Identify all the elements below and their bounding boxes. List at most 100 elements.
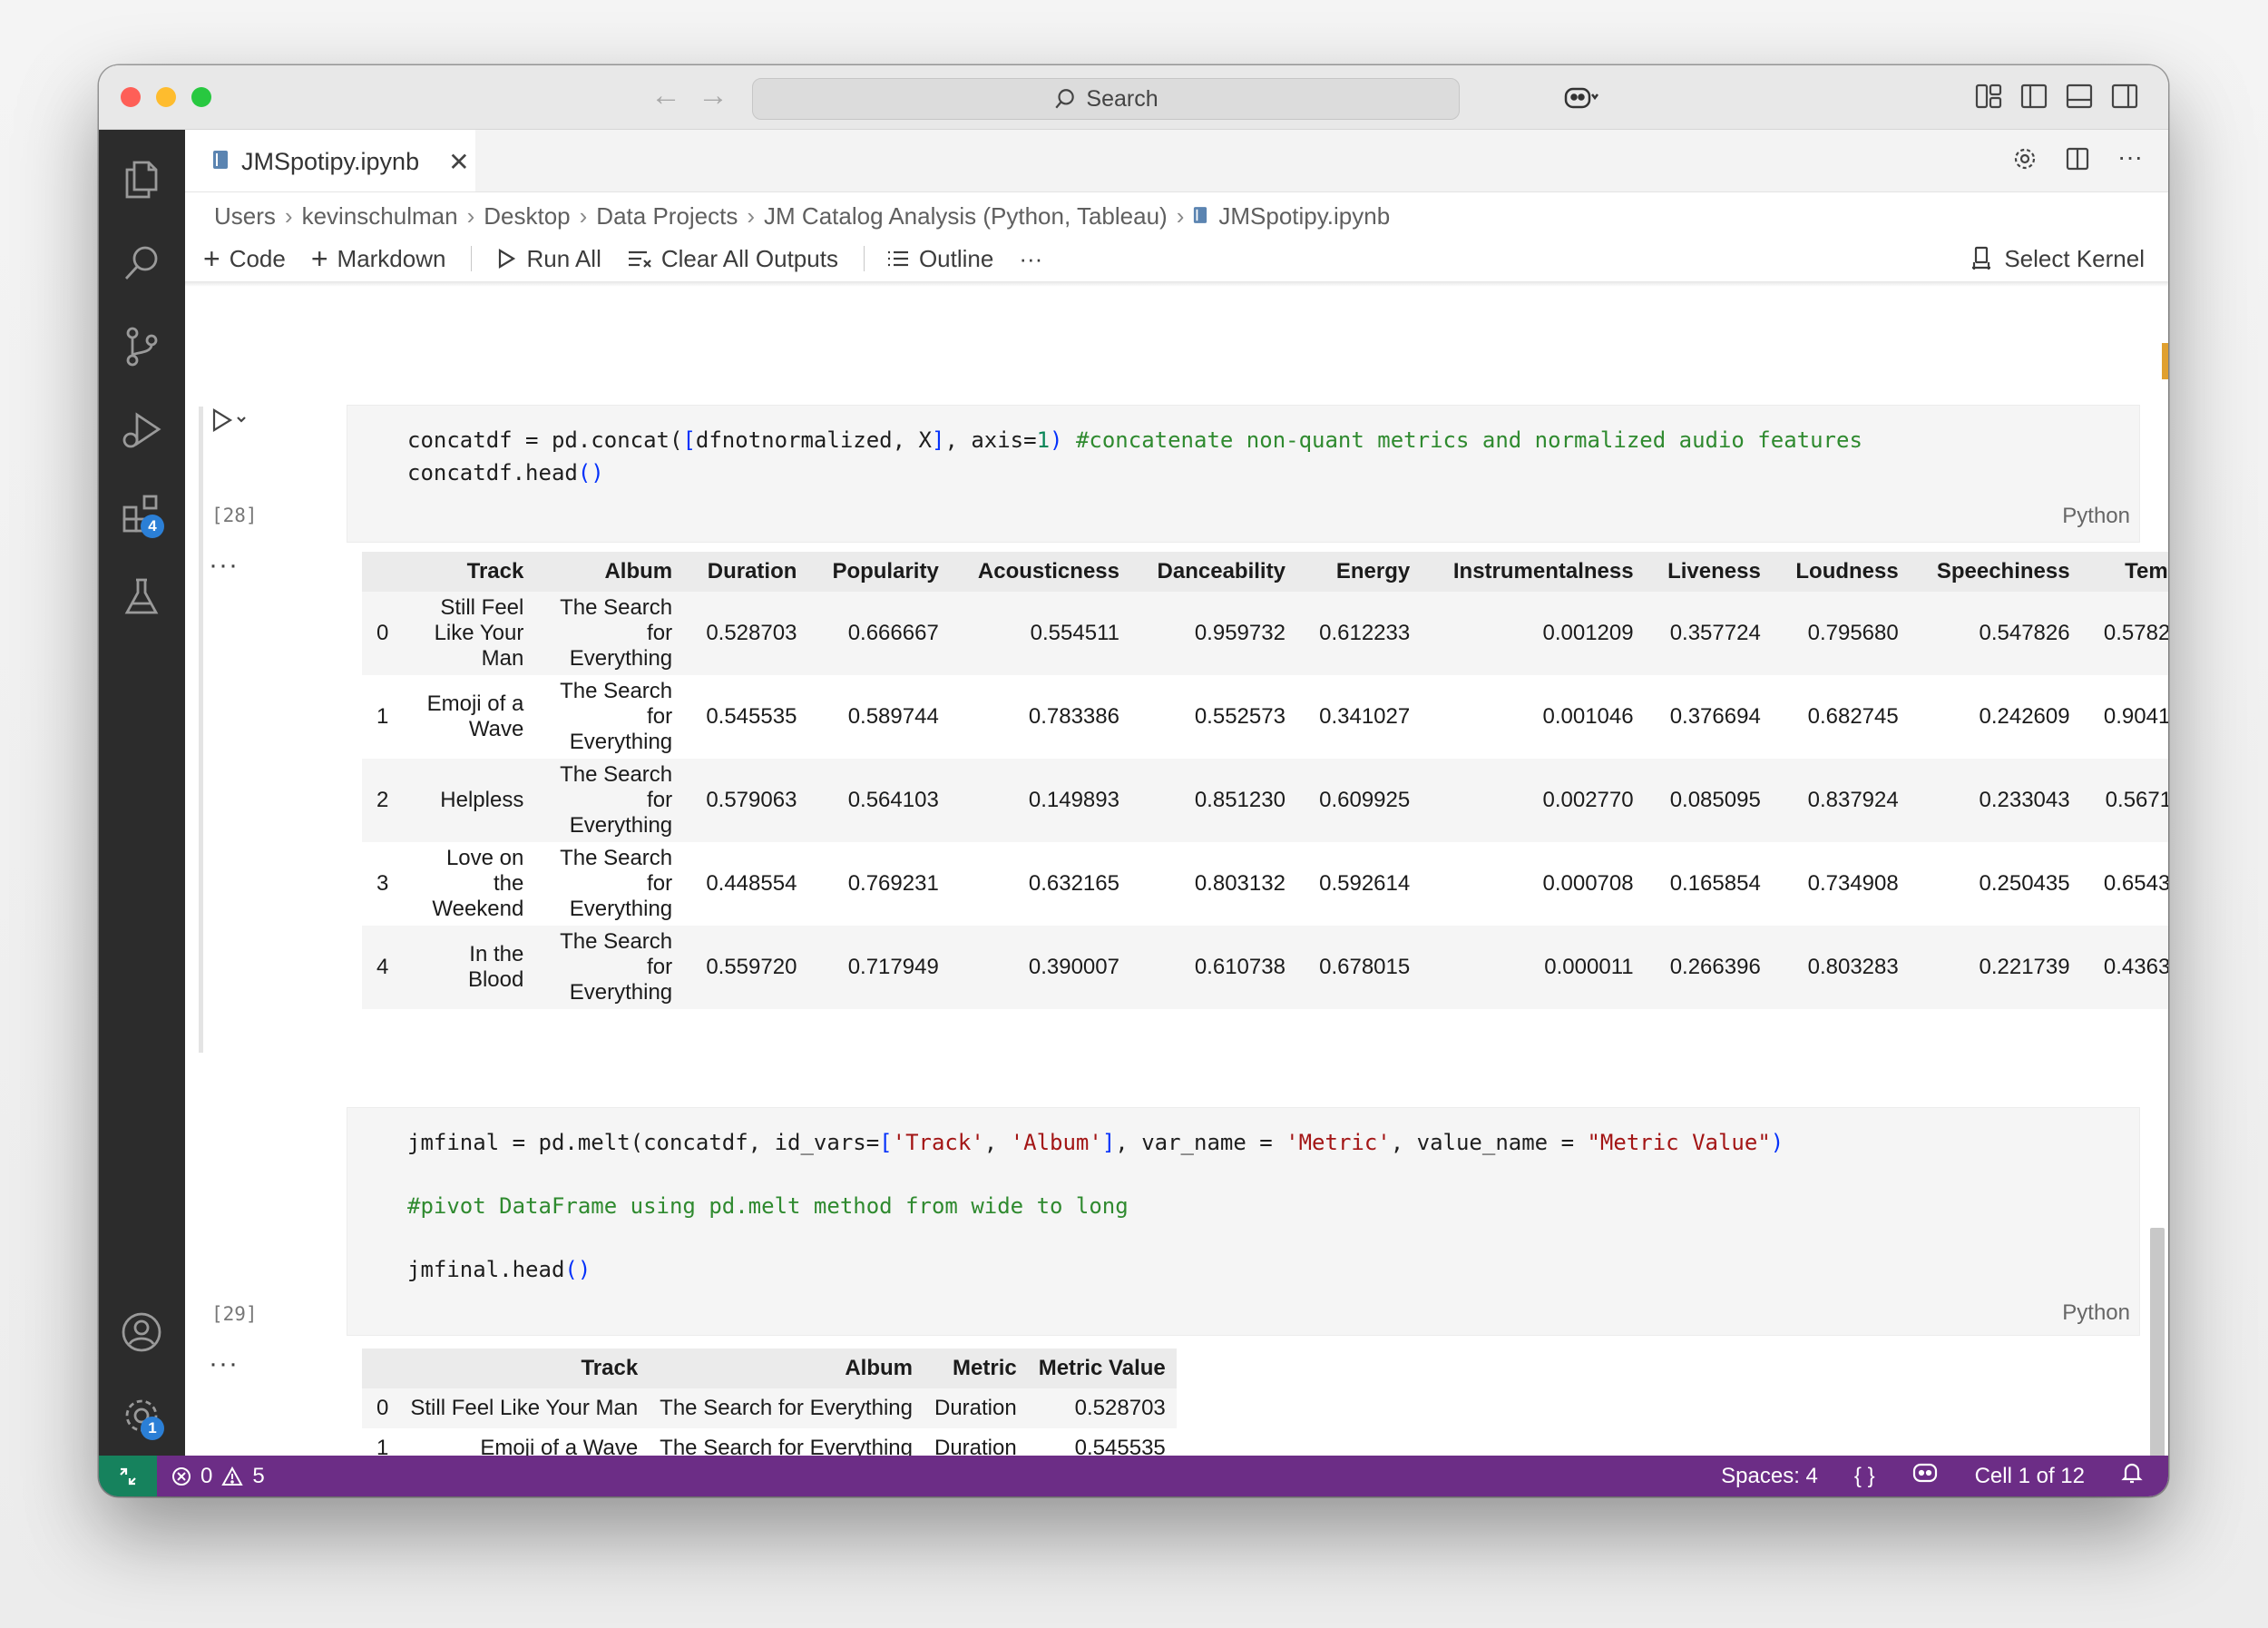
explorer-icon[interactable] [119, 157, 164, 202]
column-header [362, 552, 404, 592]
customize-layout-icon[interactable] [1974, 82, 2003, 111]
toggle-secondary-sidebar-icon[interactable] [2110, 82, 2139, 111]
remote-indicator[interactable] [99, 1456, 157, 1496]
table-cell: 0.001209 [1542, 621, 1634, 645]
run-all-label: Run All [526, 244, 601, 272]
braces-icon[interactable]: { } [1854, 1464, 1875, 1489]
forward-arrow-icon[interactable]: → [698, 78, 728, 113]
minimize-window-button[interactable] [156, 87, 176, 107]
code-cell-29[interactable]: jmfinal = pd.melt(concatdf, id_vars=['Tr… [347, 1107, 2140, 1336]
table-cell: 0.589744 [847, 704, 939, 729]
table-cell: 0.904121 [2103, 704, 2168, 729]
table-cell: 0.734908 [1807, 871, 1899, 896]
remote-icon [120, 1467, 136, 1485]
column-header: Metric [953, 1356, 1017, 1380]
table-cell: 0.528703 [1074, 1396, 1166, 1420]
notebook-editor[interactable]: concatdf = pd.concat([dfnotnormalized, X… [185, 287, 2168, 1456]
table-cell: 0.242609 [1979, 704, 2070, 729]
select-kernel-label: Select Kernel [2004, 244, 2145, 272]
table-cell: 0.000011 [1544, 955, 1634, 979]
code-cell-28[interactable]: concatdf = pd.concat([dfnotnormalized, X… [347, 405, 2140, 543]
close-tab-icon[interactable]: ✕ [448, 147, 469, 177]
cell-language-label[interactable]: Python [2062, 1300, 2130, 1326]
column-header: Metric Value [1038, 1356, 1166, 1380]
indentation-status[interactable]: Spaces: 4 [1721, 1464, 1818, 1489]
toolbar-more-button[interactable]: ··· [1019, 245, 1042, 273]
cell-album: The Search for Everything [560, 929, 673, 1005]
dataframe-output-29: Track Album Metric Metric Value 0 Still Feel… [362, 1348, 1177, 1456]
select-kernel-button[interactable]: Select Kernel [1970, 236, 2145, 281]
testing-flask-icon[interactable] [119, 574, 164, 620]
table-cell: Duration [934, 1396, 1017, 1420]
breadcrumb-data-projects[interactable]: Data Projects [596, 202, 738, 230]
accounts-icon[interactable] [119, 1309, 164, 1355]
breadcrumb-file[interactable]: JMSpotipy.ipynb [1218, 202, 1390, 230]
code-line: jmfinal = pd.melt(concatdf, id_vars=['Tr… [407, 1130, 1784, 1155]
table-row: 2 Helpless The Search for Everything 0.579063… [362, 759, 2168, 842]
toggle-primary-sidebar-icon[interactable] [2019, 82, 2048, 111]
row-index: 1 [376, 1436, 389, 1456]
table-cell: 0.578270 [2103, 621, 2168, 645]
notebook-settings-gear-icon[interactable] [2012, 146, 2038, 178]
cell-language-label[interactable]: Python [2062, 504, 2130, 529]
run-cell-button[interactable] [210, 407, 247, 440]
table-cell: 0.666667 [847, 621, 939, 645]
table-cell: The Search for Everything [660, 1436, 913, 1456]
copilot-status-icon[interactable] [1911, 1461, 1939, 1491]
more-actions-icon[interactable]: ··· [2117, 144, 2143, 178]
table-cell: 0.803132 [1194, 871, 1286, 896]
outline-button[interactable]: Outline [886, 245, 993, 273]
table-cell: 0.341027 [1319, 704, 1411, 729]
table-cell: 0.149893 [1028, 788, 1119, 812]
extensions-icon[interactable]: 4 [119, 491, 164, 538]
cell-position-status[interactable]: Cell 1 of 12 [1975, 1464, 2085, 1489]
close-window-button[interactable] [121, 87, 141, 107]
column-header [362, 1348, 399, 1388]
plus-icon: + [310, 241, 328, 275]
notifications-bell-icon[interactable] [2121, 1461, 2143, 1491]
column-header: Popularity [832, 559, 939, 584]
source-control-icon[interactable] [119, 324, 164, 369]
run-all-button[interactable]: Run All [494, 245, 601, 273]
output-actions-icon[interactable]: ··· [209, 1348, 239, 1379]
command-center-search[interactable]: Search [752, 78, 1460, 120]
error-count: 0 [200, 1463, 213, 1488]
breadcrumb-project-folder[interactable]: JM Catalog Analysis (Python, Tableau) [764, 202, 1168, 230]
vertical-scrollbar[interactable] [2150, 1228, 2165, 1456]
search-icon[interactable] [119, 240, 164, 286]
table-cell: 0.545535 [706, 704, 797, 729]
table-cell: 0.376694 [1669, 704, 1761, 729]
table-header-row: Track Album Metric Metric Value [362, 1348, 1177, 1388]
split-editor-icon[interactable] [2065, 146, 2090, 178]
manage-badge: 1 [141, 1417, 164, 1440]
toggle-panel-icon[interactable] [2065, 82, 2094, 111]
problems-indicator[interactable]: 0 5 [171, 1464, 265, 1489]
table-cell: 0.654340 [2103, 871, 2168, 896]
table-cell: 0.564103 [847, 788, 939, 812]
table-cell: 0.357724 [1669, 621, 1761, 645]
breadcrumb-users[interactable]: Users [214, 202, 276, 230]
notebook-toolbar: + Code + Markdown Run All Clear All Output… [203, 236, 2168, 281]
column-header: Album [604, 559, 673, 584]
tab-jmspotipy[interactable]: JMSpotipy.ipynb ✕ [185, 130, 475, 191]
table-header-row: Track Album Duration Popularity Acousticness… [362, 552, 2168, 592]
editor-actions: ··· [2012, 144, 2143, 178]
run-and-debug-icon[interactable] [119, 407, 164, 453]
output-actions-icon[interactable]: ··· [209, 550, 239, 581]
breadcrumb-user[interactable]: kevinschulman [302, 202, 458, 230]
breadcrumb-desktop[interactable]: Desktop [484, 202, 570, 230]
add-code-cell-button[interactable]: + Code [203, 242, 286, 276]
add-markdown-cell-button[interactable]: + Markdown [311, 242, 446, 276]
back-arrow-icon[interactable]: ← [650, 78, 681, 113]
zoom-window-button[interactable] [191, 87, 211, 107]
activity-bar: 4 1 [99, 130, 185, 1456]
clear-all-outputs-button[interactable]: Clear All Outputs [627, 245, 838, 273]
manage-gear-icon[interactable]: 1 [119, 1393, 164, 1440]
column-header: Track [581, 1356, 639, 1380]
table-cell: Emoji of a Wave [480, 1436, 639, 1456]
code-line: concatdf.head() [407, 460, 604, 485]
copilot-icon[interactable] [1563, 83, 1599, 117]
clear-all-outputs-label: Clear All Outputs [660, 244, 838, 272]
add-code-label: Code [229, 244, 286, 272]
more-label: ··· [1019, 244, 1043, 272]
